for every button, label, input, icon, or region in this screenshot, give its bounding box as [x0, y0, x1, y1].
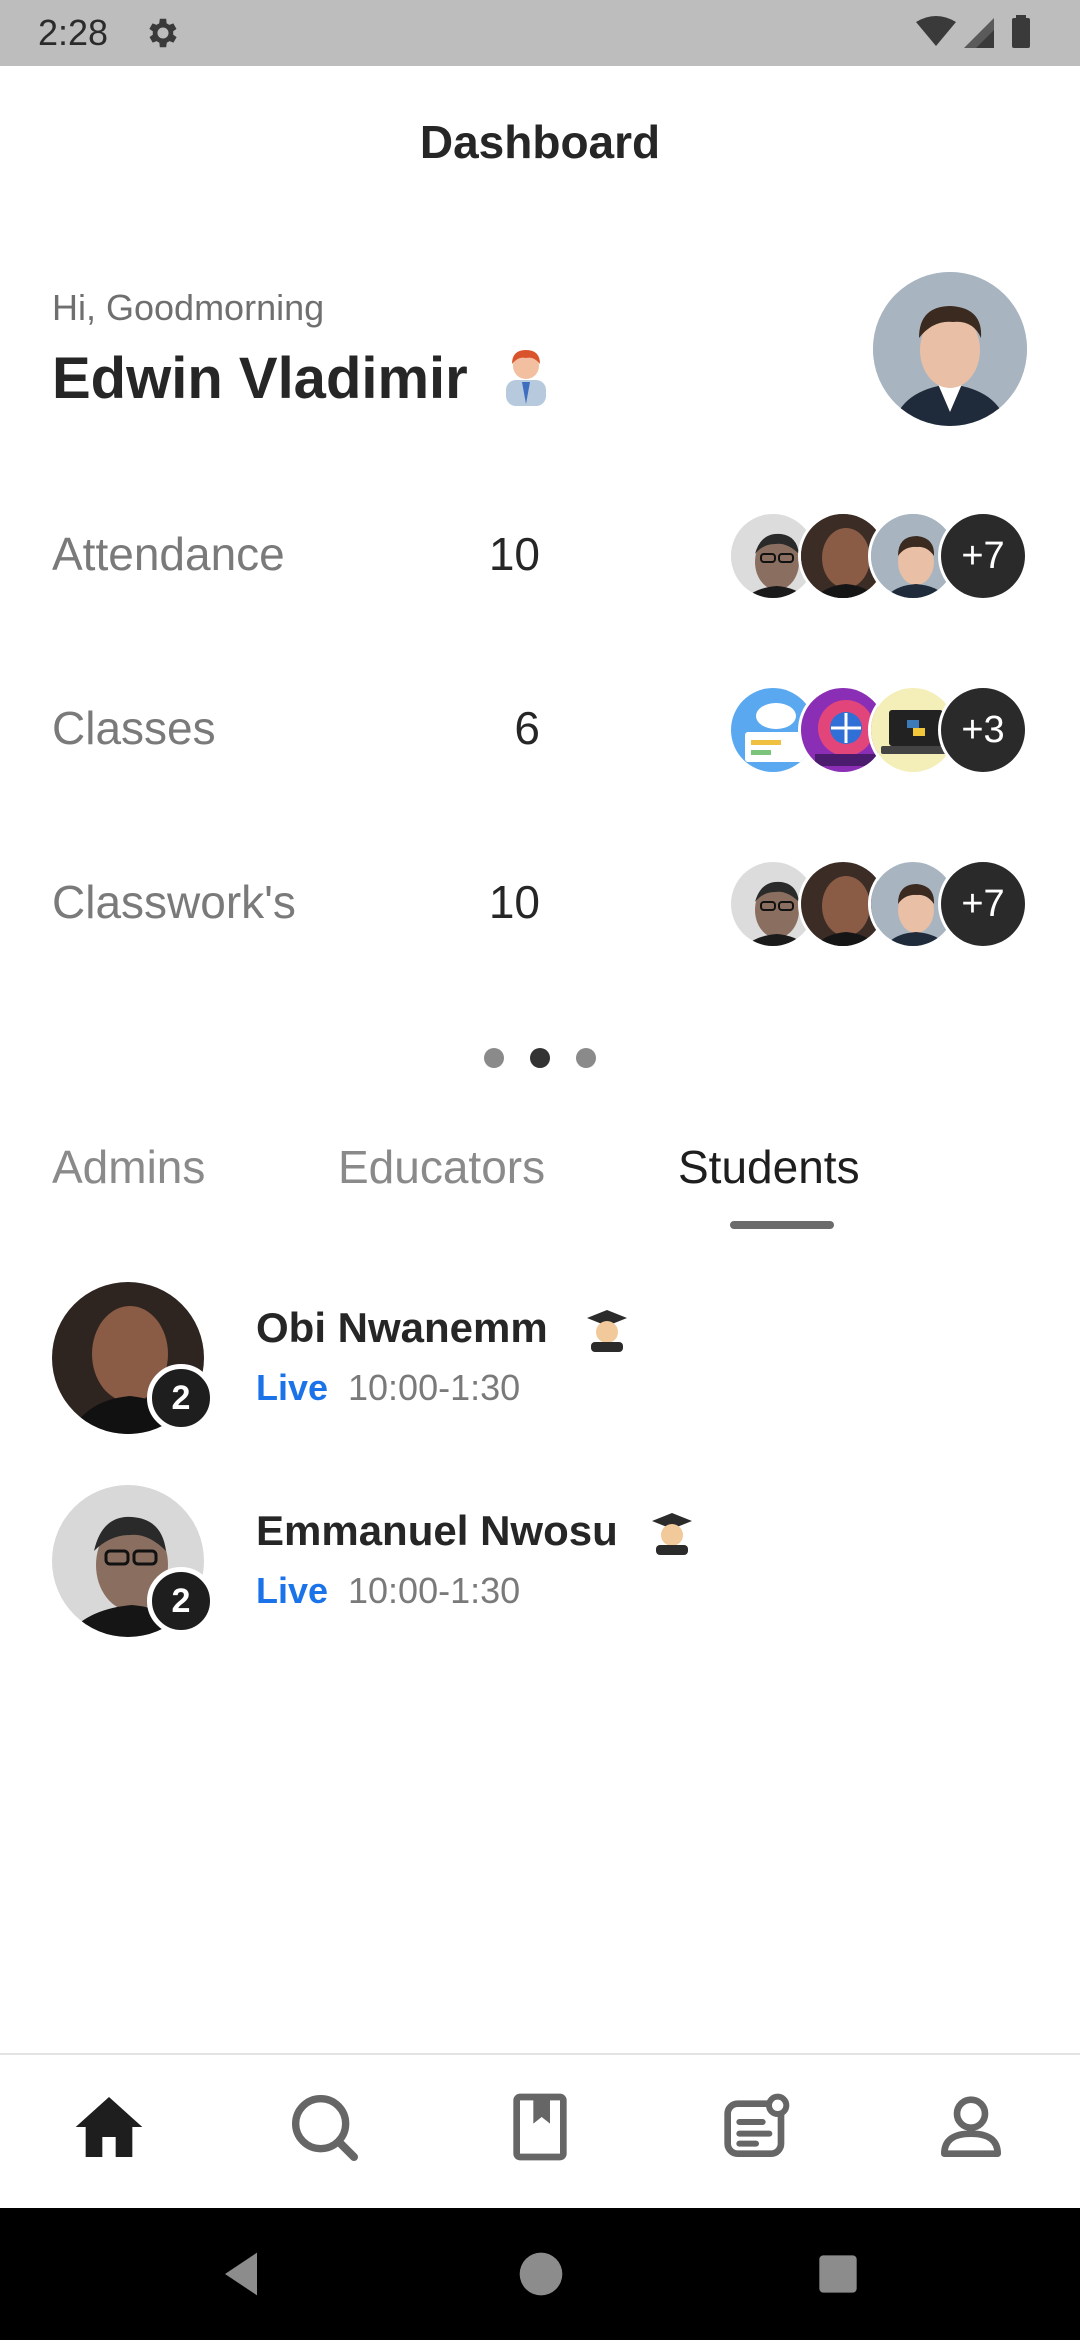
avatar-stack: +7: [728, 505, 1028, 605]
bottom-navigation: [0, 2053, 1080, 2208]
stat-value: 10: [488, 528, 540, 580]
status-time: 2:28: [38, 12, 109, 53]
list-item[interactable]: 2 Emmanuel Nwosu Live 10:00-1:30: [0, 1485, 1080, 1645]
graduate-emoji-icon: [652, 1513, 692, 1555]
stat-row-classes[interactable]: Classes 6 +3: [0, 679, 1080, 779]
notification-count-badge: 2: [147, 1364, 215, 1432]
profile-icon[interactable]: [931, 2087, 1011, 2167]
stat-label: Classwork's: [52, 876, 296, 928]
tab-students[interactable]: Students: [678, 1140, 860, 1194]
page-title: Dashboard: [419, 116, 661, 168]
graduate-emoji-icon: [587, 1310, 627, 1352]
more-count-badge[interactable]: +7: [938, 511, 1028, 601]
home-circle-icon[interactable]: [509, 2242, 573, 2306]
stat-value: 6: [514, 702, 540, 754]
user-name: Edwin Vladimir: [52, 346, 468, 411]
home-icon[interactable]: [69, 2087, 149, 2167]
status-indicators-icon: [916, 15, 1030, 48]
avatar-stack: +7: [728, 853, 1028, 953]
stat-row-classworks[interactable]: Classwork's 10 +7: [0, 853, 1080, 953]
search-icon[interactable]: [284, 2087, 364, 2167]
profile-avatar[interactable]: [873, 272, 1027, 426]
student-name: Obi Nwanemm: [256, 1304, 548, 1351]
class-time: 10:00-1:30: [348, 1570, 521, 1611]
notification-count-badge: 2: [147, 1567, 215, 1635]
tab-admins[interactable]: Admins: [52, 1140, 205, 1194]
live-status: Live: [256, 1570, 329, 1611]
back-icon[interactable]: [209, 2242, 273, 2306]
list-item[interactable]: 2 Obi Nwanemm Live 10:00-1:30: [0, 1282, 1080, 1442]
settings-icon: [149, 18, 177, 48]
stat-row-attendance[interactable]: Attendance 10 +7: [0, 505, 1080, 605]
more-count-badge[interactable]: +3: [938, 685, 1028, 775]
system-navigation-bar: [0, 2208, 1080, 2340]
tab-educators[interactable]: Educators: [338, 1140, 545, 1194]
stat-label: Classes: [52, 702, 216, 754]
notes-icon[interactable]: [716, 2087, 796, 2167]
student-name: Emmanuel Nwosu: [256, 1507, 618, 1554]
status-bar: 2:28: [0, 0, 1080, 66]
pager-dots: [0, 1048, 1080, 1072]
recents-icon[interactable]: [806, 2242, 870, 2306]
more-count-badge[interactable]: +7: [938, 859, 1028, 949]
pager-dot-active[interactable]: [530, 1048, 550, 1068]
bookmark-icon[interactable]: [500, 2087, 580, 2167]
stat-label: Attendance: [52, 528, 285, 580]
pager-dot[interactable]: [484, 1048, 504, 1068]
office-worker-emoji-icon: [506, 350, 546, 406]
stat-value: 10: [488, 876, 540, 928]
class-time: 10:00-1:30: [348, 1367, 521, 1408]
active-tab-indicator: [730, 1221, 834, 1229]
class-thumbnail-stack: +3: [728, 679, 1028, 779]
pager-dot[interactable]: [576, 1048, 596, 1068]
greeting-text: Hi, Goodmorning: [52, 287, 325, 328]
live-status: Live: [256, 1367, 329, 1408]
